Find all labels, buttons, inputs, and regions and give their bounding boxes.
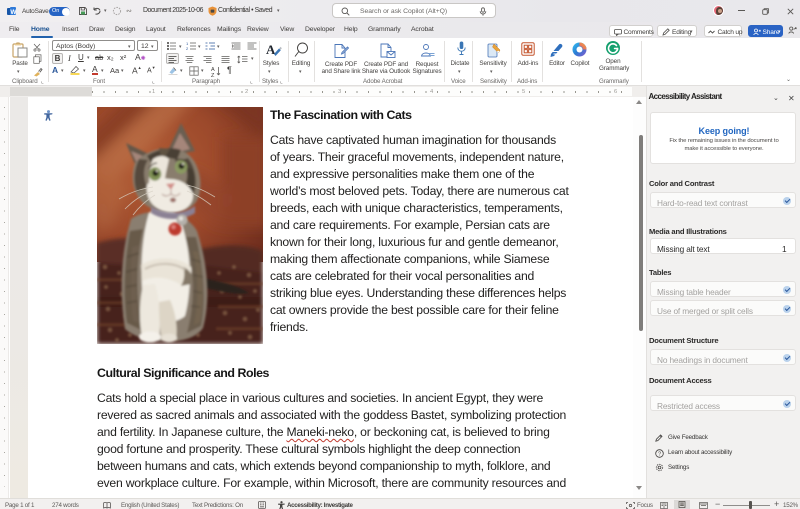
svg-text:?: ? — [658, 451, 661, 457]
svg-text:W: W — [10, 9, 16, 16]
svg-text:Z: Z — [211, 73, 215, 77]
svg-text:2: 2 — [186, 46, 189, 50]
svg-text:A: A — [266, 42, 276, 57]
